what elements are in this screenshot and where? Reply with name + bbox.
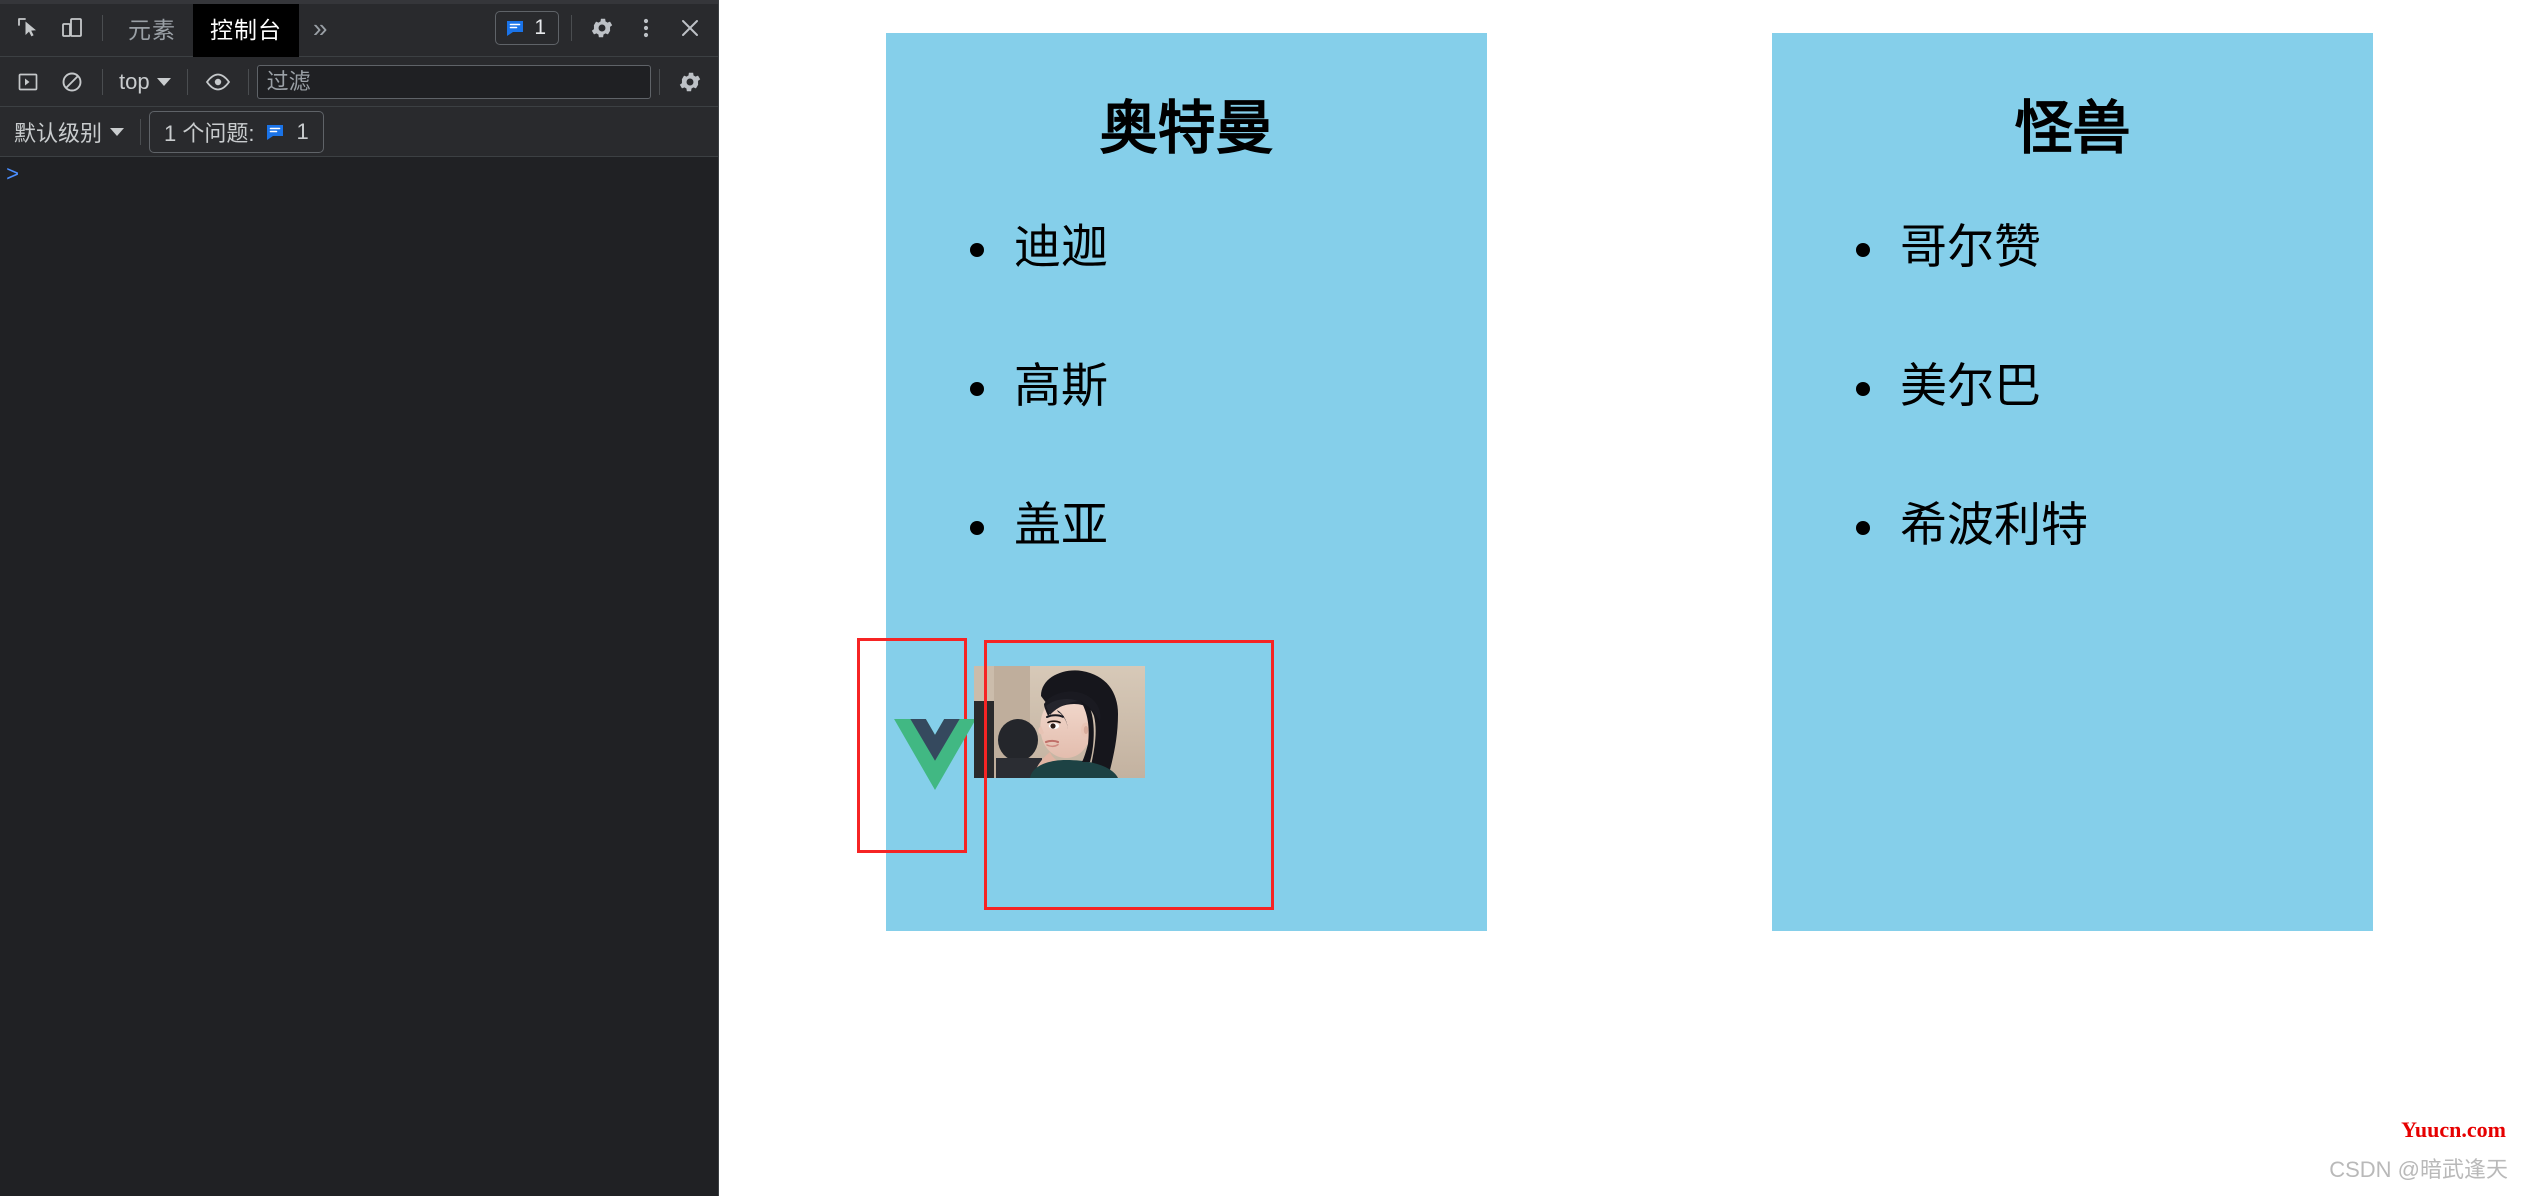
issues-summary-pill[interactable]: 1 个问题: 1	[149, 110, 324, 153]
devtools-panel: 元素 控制台 » 1 top 过滤 默认级别 1 个问题: 1 >	[0, 0, 719, 1196]
console-filter-bar: top	[0, 57, 718, 107]
console-filter-input[interactable]	[256, 64, 651, 99]
card-monster-list: 哥尔赞 美尔巴 希波利特	[1772, 219, 2373, 554]
card-ultraman: 奥特曼 迪迦 高斯 盖亚	[857, 33, 1487, 931]
close-icon[interactable]	[668, 7, 712, 49]
filterbar-divider-3	[247, 68, 249, 95]
live-expressions-eye-icon[interactable]	[196, 61, 240, 103]
log-level-select[interactable]: 默认级别	[6, 116, 132, 148]
card-ultraman-title: 奥特曼	[1099, 96, 1274, 161]
inspect-element-icon[interactable]	[6, 7, 50, 49]
list-item: 高斯	[964, 358, 1487, 414]
card-ultraman-list: 迪迦 高斯 盖亚	[886, 219, 1487, 554]
console-level-bar: 默认级别 1 个问题: 1	[0, 107, 718, 157]
issues-summary-count: 1	[296, 118, 309, 144]
kebab-menu-icon[interactable]	[624, 7, 668, 49]
list-item: 哥尔赞	[1850, 219, 2373, 275]
list-item: 美尔巴	[1850, 358, 2373, 414]
tab-elements[interactable]: 元素	[111, 0, 193, 57]
list-item: 迪迦	[964, 219, 1487, 275]
toolbar-divider-2	[571, 15, 572, 41]
watermark-author: CSDN @暗武逢天	[2329, 1157, 2508, 1182]
issues-badge[interactable]: 1	[495, 11, 559, 45]
web-page-viewport: 奥特曼 迪迦 高斯 盖亚 怪兽 哥尔赞 美尔巴 希波利特 Yuucn.com C…	[719, 0, 2534, 1196]
clear-console-icon[interactable]	[50, 61, 94, 103]
filterbar-divider-4	[659, 68, 660, 95]
list-item: 希波利特	[1850, 497, 2373, 553]
devtools-tabbar: 元素 控制台 » 1	[0, 0, 718, 57]
chevron-down-icon	[156, 77, 171, 86]
tab-elements-label: 元素	[128, 17, 176, 43]
filterbar-divider-2	[186, 68, 188, 95]
more-tabs-button[interactable]: »	[299, 13, 341, 44]
card-monster-title: 怪兽	[2014, 96, 2131, 161]
gear-icon[interactable]	[580, 7, 624, 49]
watermark-site: Yuucn.com	[2401, 1117, 2506, 1142]
issues-badge-count: 1	[534, 16, 546, 39]
portrait-photo-image	[994, 666, 1145, 778]
levelbar-divider	[140, 118, 142, 145]
issues-summary-text: 1 个问题:	[164, 120, 255, 146]
device-toolbar-icon[interactable]	[50, 7, 94, 49]
toolbar-divider	[102, 15, 103, 41]
execution-context-label: top	[119, 68, 150, 94]
vue-logo-icon	[894, 719, 976, 790]
console-settings-gear-icon[interactable]	[668, 61, 712, 103]
tab-console-label: 控制台	[210, 17, 282, 43]
screenshot-root: 元素 控制台 » 1 top 过滤 默认级别 1 个问题: 1 > 奥特曼 迪迦…	[0, 0, 2534, 1196]
execution-context-select[interactable]: top	[111, 69, 179, 95]
filterbar-divider	[102, 68, 103, 95]
issue-message-icon	[507, 21, 524, 36]
issue-message-icon	[267, 124, 284, 140]
vue-logo-highlight-box	[857, 638, 976, 853]
chevron-down-icon	[110, 127, 125, 136]
card-monster: 怪兽 哥尔赞 美尔巴 希波利特	[1772, 33, 2373, 931]
log-level-label: 默认级别	[14, 120, 103, 146]
list-item: 盖亚	[964, 497, 1487, 553]
console-output-area[interactable]: >	[0, 157, 718, 1196]
tab-console[interactable]: 控制台	[193, 0, 299, 57]
console-prompt-icon: >	[6, 163, 20, 188]
show-console-sidebar-icon[interactable]	[6, 61, 50, 103]
